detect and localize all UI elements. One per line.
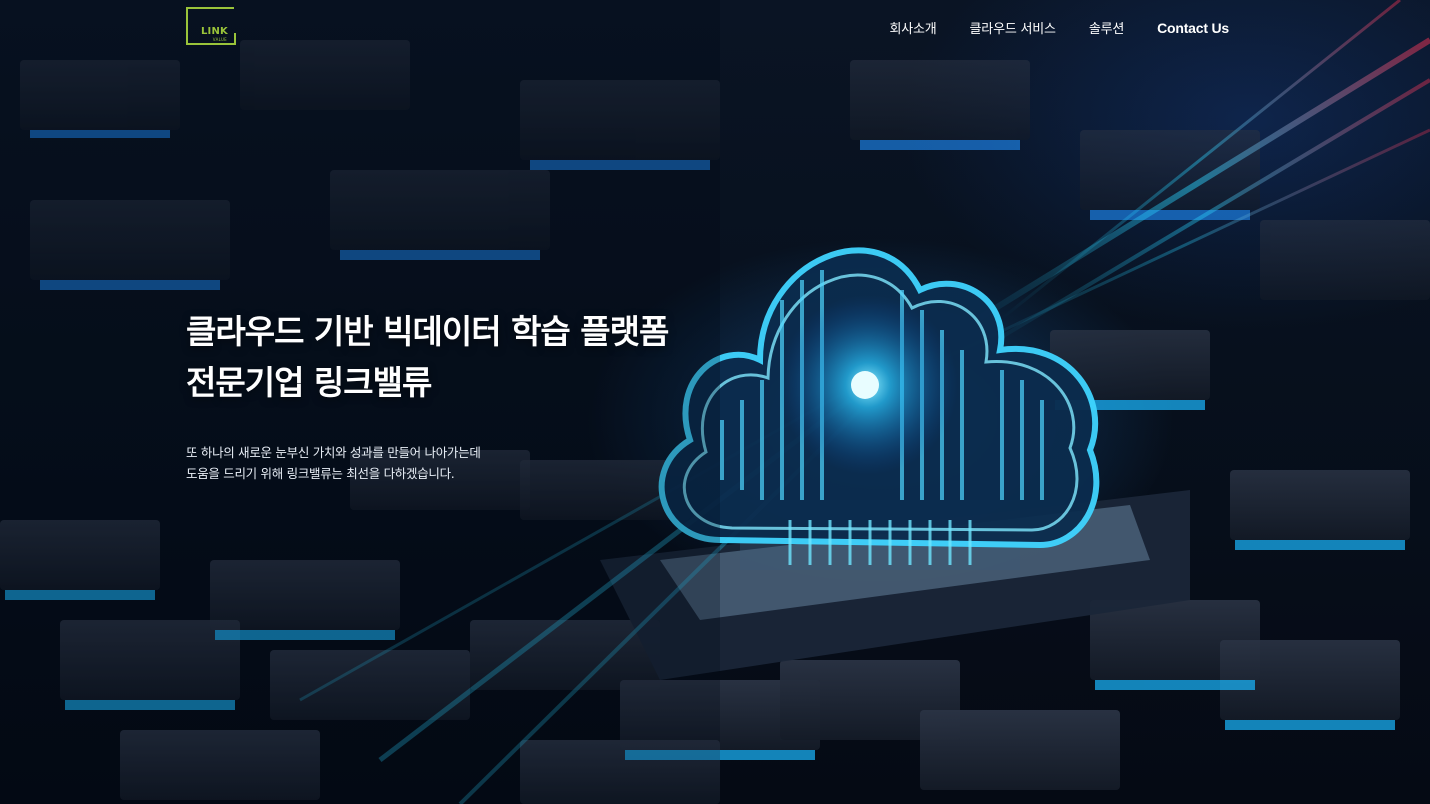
- cloud-chip-icon: [658, 247, 1100, 565]
- hero-title: 클라우드 기반 빅데이터 학습 플랫폼 전문기업 링크밸류: [186, 306, 706, 408]
- hero-content: 클라우드 기반 빅데이터 학습 플랫폼 전문기업 링크밸류 또 하나의 새로운 …: [186, 306, 706, 484]
- hero-title-line1: 클라우드 기반 빅데이터 학습 플랫폼: [186, 312, 669, 351]
- nav-item-contact[interactable]: Contact Us: [1157, 20, 1229, 36]
- logo-subtext: VALUE: [212, 37, 227, 42]
- hero-section: LINK VALUE 회사소개 클라우드 서비스 솔루션 Contact Us …: [0, 0, 1430, 804]
- site-header: LINK VALUE 회사소개 클라우드 서비스 솔루션 Contact Us: [0, 0, 1430, 52]
- logo-text: LINK: [200, 26, 228, 37]
- hero-desc-line1: 또 하나의 새로운 눈부신 가치와 성과를 만들어 나아가는데: [186, 445, 481, 460]
- logo[interactable]: LINK VALUE: [186, 7, 236, 45]
- hero-title-line2: 전문기업 링크밸류: [186, 363, 432, 402]
- nav-item-cloud-service[interactable]: 클라우드 서비스: [970, 18, 1056, 37]
- nav-item-solution[interactable]: 솔루션: [1089, 18, 1124, 37]
- hero-description: 또 하나의 새로운 눈부신 가치와 성과를 만들어 나아가는데 도움을 드리기 …: [186, 442, 706, 484]
- main-nav: 회사소개 클라우드 서비스 솔루션 Contact Us: [890, 18, 1230, 38]
- hero-desc-line2: 도움을 드리기 위해 링크밸류는 최선을 다하겠습니다.: [186, 466, 455, 481]
- nav-item-company[interactable]: 회사소개: [890, 18, 937, 37]
